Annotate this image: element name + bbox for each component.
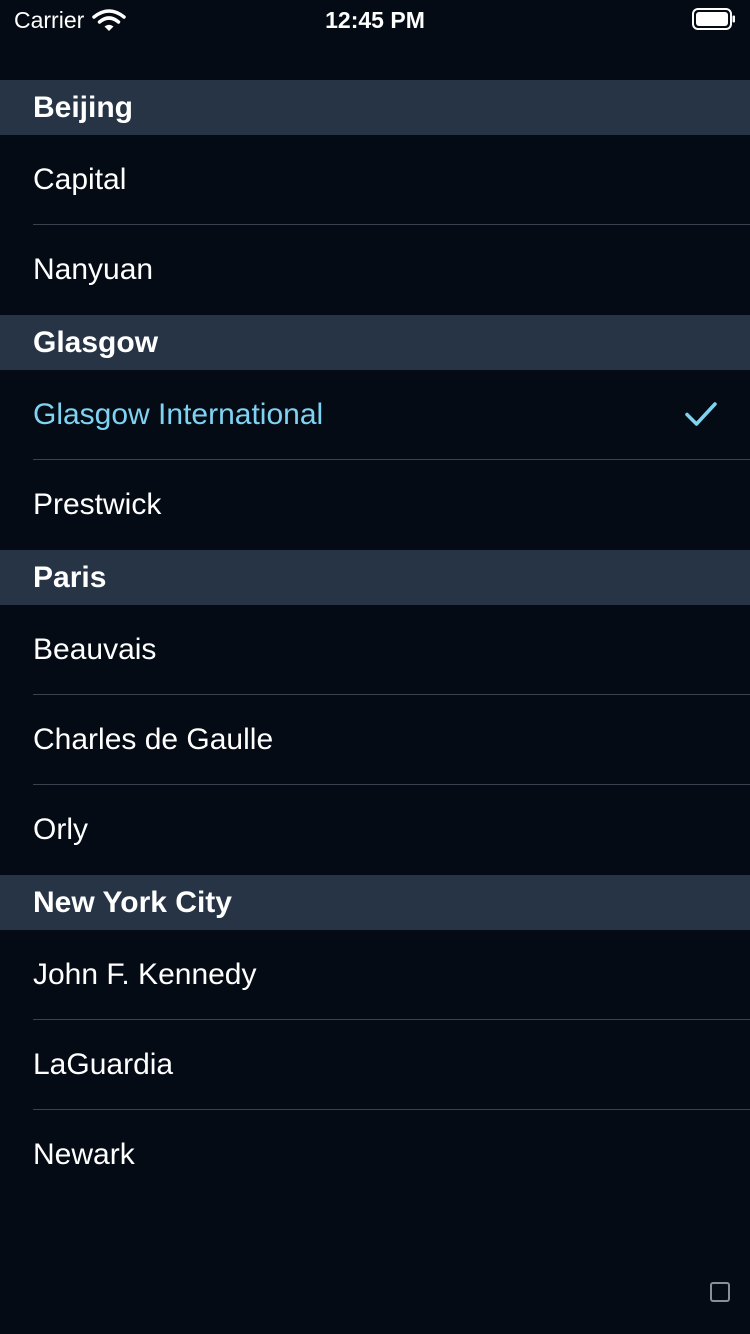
list-item-label: Capital <box>33 163 127 196</box>
battery-icon <box>692 8 735 30</box>
list-item-label: Nanyuan <box>33 253 154 286</box>
list-item-beauvais[interactable]: Beauvais <box>0 605 750 695</box>
checkmark-icon <box>685 402 717 426</box>
list-item-label: Beauvais <box>33 633 157 666</box>
list-item-glasgow-international[interactable]: Glasgow International <box>0 370 750 460</box>
list-item-prestwick[interactable]: Prestwick <box>0 460 750 550</box>
section-header-beijing: Beijing <box>0 80 750 135</box>
list-item-john-f-kennedy[interactable]: John F. Kennedy <box>0 930 750 1020</box>
list-item-label: Glasgow International <box>33 398 324 431</box>
section-header-glasgow: Glasgow <box>0 315 750 370</box>
list-item-orly[interactable]: Orly <box>0 785 750 875</box>
list-item-label: Prestwick <box>33 488 162 521</box>
list-item-label: Orly <box>33 813 88 846</box>
list-item-label: Newark <box>33 1138 135 1171</box>
list-item-laguardia[interactable]: LaGuardia <box>0 1020 750 1110</box>
list-item-charles-de-gaulle[interactable]: Charles de Gaulle <box>0 695 750 785</box>
square-icon <box>710 1282 730 1302</box>
list-item-nanyuan[interactable]: Nanyuan <box>0 225 750 315</box>
section-header-new-york-city: New York City <box>0 875 750 930</box>
list-item-newark[interactable]: Newark <box>0 1110 750 1200</box>
list-item-label: LaGuardia <box>33 1048 174 1081</box>
status-time: 12:45 PM <box>325 7 425 33</box>
airport-list: Beijing Capital Nanyuan Glasgow Glasgow … <box>0 80 750 1200</box>
section-header-paris: Paris <box>0 550 750 605</box>
list-item-label: John F. Kennedy <box>33 958 257 991</box>
list-item-label: Charles de Gaulle <box>33 723 274 756</box>
list-item-capital[interactable]: Capital <box>0 135 750 225</box>
status-bar: Carrier 12:45 PM <box>0 0 750 40</box>
